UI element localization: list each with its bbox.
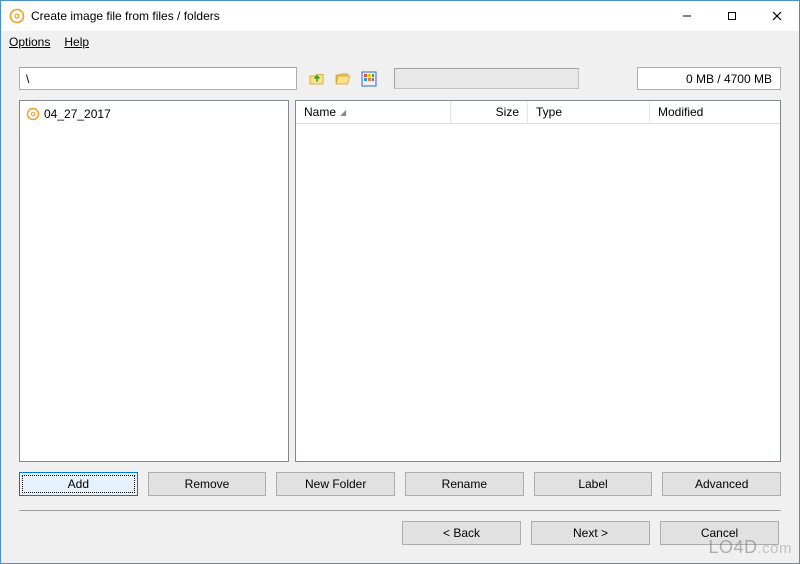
new-folder-button[interactable]: New Folder <box>276 472 395 496</box>
advanced-button[interactable]: Advanced <box>662 472 781 496</box>
tree-item-label: 04_27_2017 <box>44 107 111 121</box>
menu-help[interactable]: Help <box>64 35 89 49</box>
remove-button[interactable]: Remove <box>148 472 267 496</box>
column-size[interactable]: Size <box>451 101 528 123</box>
toolbar-row: 0 MB / 4700 MB <box>19 67 781 90</box>
titlebar: Create image file from files / folders <box>1 1 799 31</box>
label-button[interactable]: Label <box>534 472 653 496</box>
size-indicator: 0 MB / 4700 MB <box>637 67 781 90</box>
size-text: 0 MB / 4700 MB <box>686 72 772 86</box>
disc-icon <box>26 107 40 121</box>
window-title: Create image file from files / folders <box>31 9 220 23</box>
tree-item[interactable]: 04_27_2017 <box>26 105 282 123</box>
content-area: 0 MB / 4700 MB 04_27_2017 <box>1 53 799 563</box>
progress-indicator <box>394 68 579 89</box>
column-modified[interactable]: Modified <box>650 101 780 123</box>
close-button[interactable] <box>754 1 799 30</box>
maximize-icon <box>727 11 737 21</box>
menubar: Options Help <box>1 31 799 53</box>
close-icon <box>772 11 782 21</box>
tree-pane[interactable]: 04_27_2017 <box>19 100 289 462</box>
view-grid-icon[interactable] <box>358 68 380 90</box>
list-header: Name ◢ Size Type Modified <box>296 101 780 124</box>
folder-open-icon[interactable] <box>332 68 354 90</box>
panes: 04_27_2017 Name ◢ Size Type Mo <box>19 100 781 462</box>
window-root: Create image file from files / folders O… <box>0 0 800 564</box>
column-name[interactable]: Name ◢ <box>296 101 451 123</box>
cancel-button[interactable]: Cancel <box>660 521 779 545</box>
list-body[interactable] <box>296 124 780 461</box>
minimize-icon <box>682 11 692 21</box>
menu-options[interactable]: Options <box>9 35 50 49</box>
path-input[interactable] <box>19 67 297 90</box>
sort-indicator-icon: ◢ <box>340 108 346 117</box>
wizard-button-row: < Back Next > Cancel <box>19 521 781 551</box>
folder-up-icon[interactable] <box>306 68 328 90</box>
column-type[interactable]: Type <box>528 101 650 123</box>
minimize-button[interactable] <box>664 1 709 30</box>
back-button[interactable]: < Back <box>402 521 521 545</box>
separator <box>19 510 781 511</box>
next-button[interactable]: Next > <box>531 521 650 545</box>
window-controls <box>664 1 799 31</box>
add-button[interactable]: Add <box>19 472 138 496</box>
maximize-button[interactable] <box>709 1 754 30</box>
app-disc-icon <box>9 8 25 24</box>
list-pane[interactable]: Name ◢ Size Type Modified <box>295 100 781 462</box>
action-button-row: Add Remove New Folder Rename Label Advan… <box>19 472 781 496</box>
rename-button[interactable]: Rename <box>405 472 524 496</box>
